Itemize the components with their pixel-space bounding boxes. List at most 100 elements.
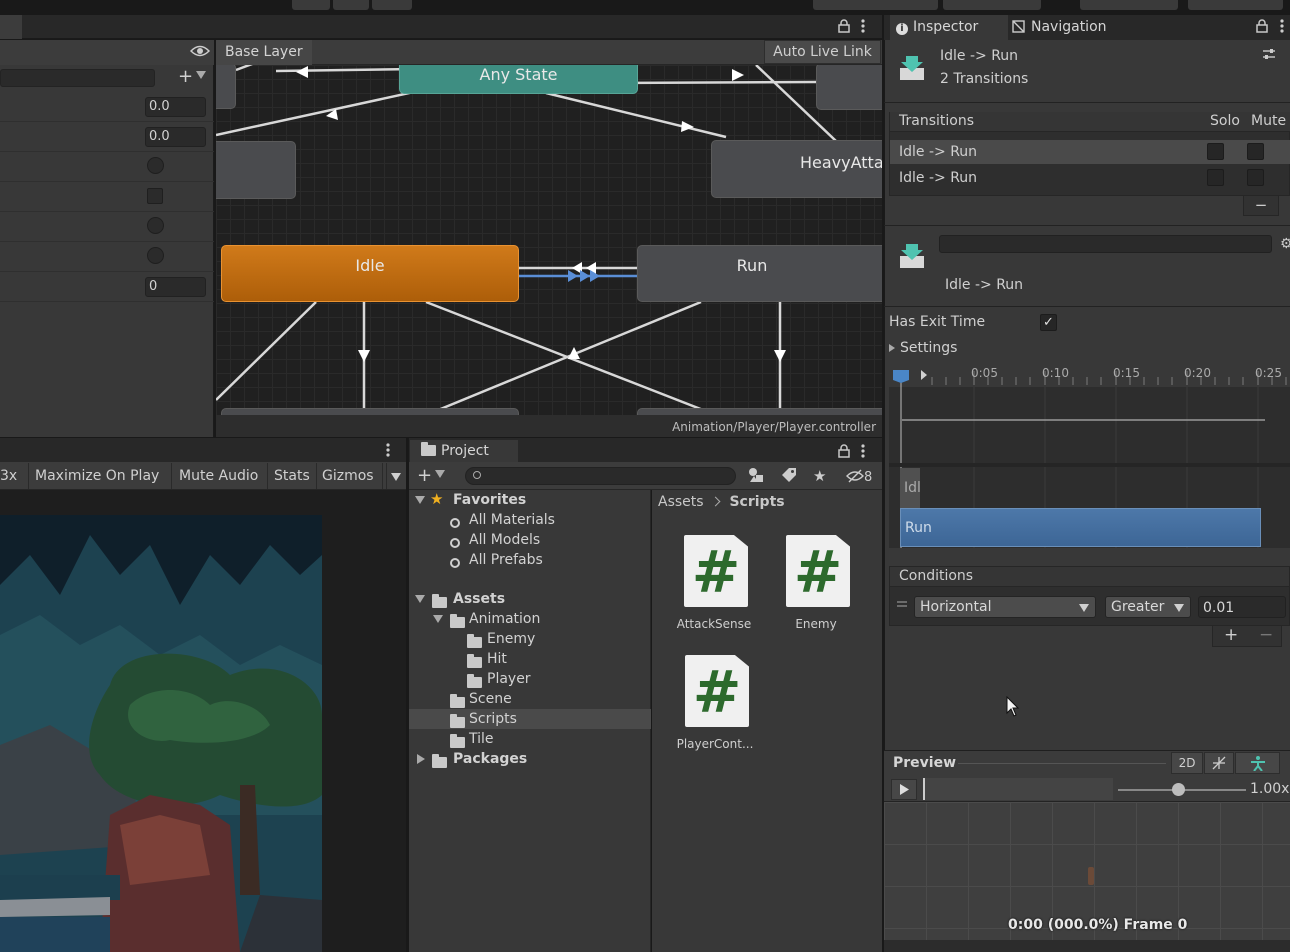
eye-icon[interactable] <box>189 43 212 61</box>
preview-scrubber[interactable] <box>923 778 1113 800</box>
tree-item-all-prefabs[interactable]: All Prefabs <box>409 550 651 570</box>
mute-audio-toggle[interactable]: Mute Audio <box>174 463 268 489</box>
tree-item-scripts[interactable]: Scripts <box>409 709 651 729</box>
condition-value-input[interactable]: 0.01 <box>1198 596 1286 618</box>
tree-item-packages[interactable]: Packages <box>409 749 651 769</box>
collab-button[interactable] <box>813 0 938 10</box>
tree-item-animation[interactable]: Animation <box>409 609 651 629</box>
game-view[interactable] <box>0 515 322 952</box>
state-any-state[interactable]: Any State <box>399 65 638 94</box>
breadcrumb-assets[interactable]: Assets <box>658 494 704 510</box>
parameter-value-field[interactable]: 0.0 <box>145 127 206 147</box>
star-icon[interactable]: ★ <box>813 467 826 485</box>
project-search-input[interactable] <box>465 467 736 485</box>
state-idle[interactable]: Idle <box>221 245 519 302</box>
search-icon <box>450 538 460 548</box>
avatar-dropdown-icon[interactable] <box>1235 752 1280 774</box>
preview-play-button[interactable] <box>891 779 917 800</box>
lock-icon[interactable] <box>838 444 850 462</box>
breadcrumb-scripts[interactable]: Scripts <box>729 494 784 510</box>
transition-name-input[interactable] <box>939 235 1272 253</box>
run-clip-bar[interactable]: Run <box>900 508 1261 547</box>
remove-condition-button[interactable]: − <box>1259 625 1273 645</box>
tree-item-all-materials[interactable]: All Materials <box>409 510 651 530</box>
asset-attacksense[interactable]: # AttackSense <box>664 535 764 635</box>
has-exit-time-checkbox[interactable]: ✓ <box>1040 314 1057 331</box>
condition-operator-dropdown[interactable]: Greater <box>1105 596 1191 618</box>
tab-project[interactable]: Project <box>410 440 518 462</box>
parameter-value-field[interactable]: 0.0 <box>145 97 206 117</box>
solo-checkbox[interactable] <box>1207 143 1224 160</box>
mute-checkbox[interactable] <box>1247 143 1264 160</box>
animator-tab[interactable] <box>0 15 22 39</box>
tree-item-all-models[interactable]: All Models <box>409 530 651 550</box>
play-button[interactable] <box>292 0 330 10</box>
filter-by-type-icon[interactable] <box>748 467 764 487</box>
maximize-on-play-toggle[interactable]: Maximize On Play <box>30 463 172 489</box>
tree-item-hit[interactable]: Hit <box>409 649 651 669</box>
folder-icon <box>467 654 482 668</box>
layout-dropdown[interactable] <box>1188 0 1283 10</box>
asset-playercontroller[interactable]: # PlayerCont... <box>665 655 765 755</box>
layers-dropdown[interactable] <box>1080 0 1178 10</box>
kebab-menu-icon[interactable] <box>1279 18 1285 38</box>
settings-foldout[interactable]: Settings <box>889 340 957 356</box>
drag-handle-icon[interactable] <box>897 601 907 607</box>
solo-checkbox[interactable] <box>1207 169 1224 186</box>
tab-navigation[interactable]: Navigation <box>1012 15 1132 40</box>
gizmos-toggle[interactable]: Gizmos <box>317 463 383 489</box>
trigger-radio[interactable] <box>147 247 164 264</box>
asset-enemy[interactable]: # Enemy <box>766 535 866 635</box>
state-node[interactable] <box>816 65 882 110</box>
transition-row[interactable]: Idle -> Run <box>890 140 1290 164</box>
pause-button[interactable] <box>333 0 369 10</box>
state-node[interactable] <box>216 141 296 199</box>
mute-checkbox[interactable] <box>1247 169 1264 186</box>
kebab-menu-icon[interactable] <box>385 442 391 462</box>
gizmos-dropdown[interactable] <box>386 463 406 489</box>
auto-live-link-button[interactable]: Auto Live Link <box>764 40 881 64</box>
hidden-packages-toggle[interactable]: 8 <box>846 467 872 485</box>
state-machine-graph[interactable]: Any State HeavyAtta Idle Run <box>216 65 882 415</box>
add-condition-button[interactable]: + <box>1224 625 1238 645</box>
lock-icon[interactable] <box>838 19 852 33</box>
pivot-toggle-icon[interactable] <box>1204 752 1234 774</box>
breadcrumb-base-layer[interactable]: Base Layer <box>216 40 312 65</box>
lock-icon[interactable] <box>1256 19 1268 37</box>
idle-clip-bar[interactable]: Idl <box>900 468 921 508</box>
parameter-value-field[interactable]: 0 <box>145 277 206 297</box>
bool-checkbox[interactable] <box>147 188 163 204</box>
filter-by-label-icon[interactable] <box>781 467 797 487</box>
preview-speed-thumb[interactable] <box>1172 783 1185 796</box>
tree-item-favorites[interactable]: ★ Favorites <box>409 490 651 510</box>
gear-icon[interactable]: ⚙ <box>1280 236 1290 252</box>
tree-item-tile[interactable]: Tile <box>409 729 651 749</box>
tree-item-assets[interactable]: Assets <box>409 589 651 609</box>
create-asset-button[interactable]: + <box>417 466 446 486</box>
tree-item-player[interactable]: Player <box>409 669 651 689</box>
tab-inspector[interactable]: i Inspector <box>890 15 1008 40</box>
tree-item-scene[interactable]: Scene <box>409 689 651 709</box>
account-dropdown[interactable] <box>943 0 1041 10</box>
trigger-radio[interactable] <box>147 157 164 174</box>
condition-parameter-dropdown[interactable]: Horizontal <box>914 596 1096 618</box>
parameter-row <box>0 212 214 242</box>
tree-item-enemy[interactable]: Enemy <box>409 629 651 649</box>
stats-toggle[interactable]: Stats <box>269 463 317 489</box>
state-heavy-attack[interactable]: HeavyAtta <box>711 140 882 198</box>
add-parameter-button[interactable]: + <box>178 68 210 88</box>
state-run[interactable]: Run <box>637 245 882 302</box>
state-node[interactable] <box>637 408 882 415</box>
preview-2d-button[interactable]: 2D <box>1171 752 1203 774</box>
state-node[interactable] <box>221 408 519 415</box>
tree-item-label: All Prefabs <box>469 552 543 568</box>
kebab-menu-icon[interactable] <box>860 18 870 34</box>
transition-row[interactable]: Idle -> Run <box>890 166 1290 190</box>
step-button[interactable] <box>372 0 412 10</box>
settings-slider-icon[interactable] <box>1262 47 1276 65</box>
parameter-search-input[interactable] <box>0 69 155 87</box>
state-node[interactable] <box>216 65 236 109</box>
remove-transition-button[interactable]: − <box>1243 196 1279 216</box>
trigger-radio[interactable] <box>147 217 164 234</box>
kebab-menu-icon[interactable] <box>860 443 866 463</box>
